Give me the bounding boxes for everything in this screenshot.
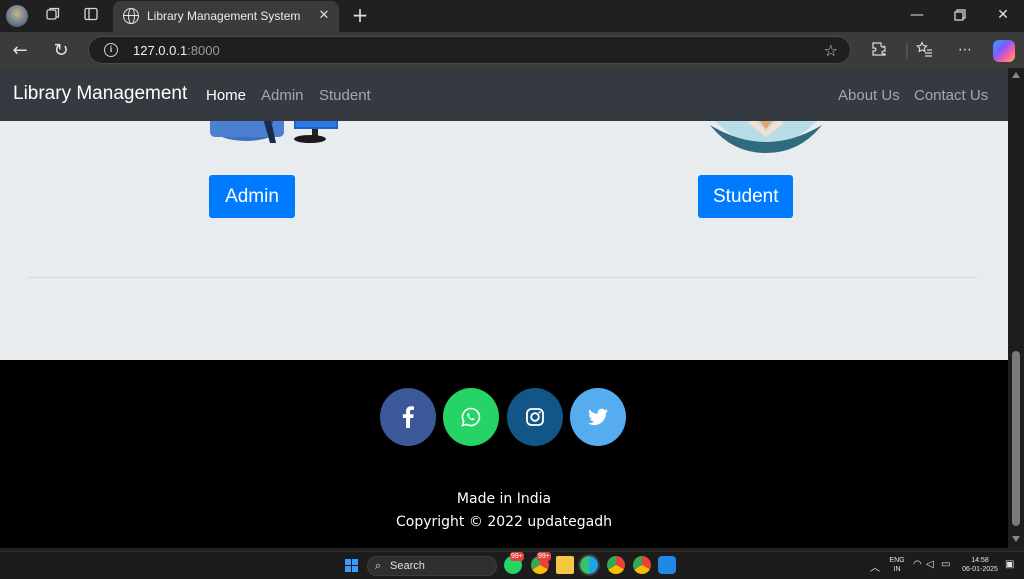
address-bar[interactable]: i 127.0.0.1:8000 ☆: [88, 36, 851, 64]
chrome-app-icon[interactable]: 99+: [531, 552, 551, 574]
url-text[interactable]: 127.0.0.1:8000: [133, 43, 220, 58]
admin-button[interactable]: Admin: [209, 175, 295, 218]
more-menu-icon[interactable]: ⋯: [955, 41, 975, 61]
site-footer: Made in India Copyright © 2022 updategad…: [0, 360, 1008, 548]
facebook-icon: [402, 406, 414, 428]
instagram-icon: [526, 408, 544, 426]
student-button[interactable]: Student: [698, 175, 793, 218]
clock-time: 14:58: [971, 557, 989, 564]
language-indicator[interactable]: ENG IN: [886, 556, 908, 574]
edge-app-icon[interactable]: [578, 554, 600, 576]
clock-date: 06-01-2025: [962, 566, 998, 573]
globe-icon: [123, 8, 139, 24]
notification-badge: 99+: [537, 552, 551, 561]
browser-toolbar: ← ↻ i 127.0.0.1:8000 ☆ | ⋯: [0, 32, 1024, 68]
page-viewport: Admin Student Library Management Home Ad…: [0, 68, 1008, 548]
extensions-icon[interactable]: [869, 41, 889, 61]
taskbar-search[interactable]: ⌕ Search: [367, 556, 497, 576]
whatsapp-button[interactable]: [443, 388, 499, 446]
navbar-brand[interactable]: Library Management: [13, 83, 187, 105]
url-port: :8000: [187, 43, 220, 58]
file-explorer-icon[interactable]: [556, 556, 574, 574]
close-window-button[interactable]: ✕: [988, 4, 1018, 26]
favorites-icon[interactable]: [914, 41, 934, 61]
language-top: ENG: [889, 557, 905, 564]
profile-avatar-icon[interactable]: [6, 5, 28, 27]
nav-contact-us[interactable]: Contact Us: [914, 87, 988, 104]
chrome-profile-icon[interactable]: [607, 556, 625, 574]
made-in-india-text: Made in India: [456, 491, 552, 507]
horizontal-divider: [28, 277, 978, 278]
minimize-button[interactable]: —: [902, 4, 932, 26]
twitter-button[interactable]: [570, 388, 626, 446]
notification-badge: 99+: [510, 552, 524, 561]
close-tab-icon[interactable]: ✕: [315, 7, 333, 25]
clock[interactable]: 14:58 06-01-2025: [958, 556, 1002, 574]
tray-overflow-icon[interactable]: ︿: [870, 559, 880, 574]
nav-student[interactable]: Student: [319, 87, 371, 104]
browser-tab-active[interactable]: Library Management System ✕: [113, 1, 339, 32]
vscode-app-icon[interactable]: [658, 556, 676, 574]
chrome-profile-2-icon[interactable]: [633, 556, 651, 574]
volume-icon[interactable]: ◁: [926, 559, 934, 570]
scroll-thumb[interactable]: [1012, 351, 1020, 526]
restore-button[interactable]: [945, 4, 975, 26]
windows-taskbar: ⌕ Search 99+ 99+ ︿ ENG IN ◠ ◁ ▭ 14:58 06…: [0, 551, 1024, 579]
url-host: 127.0.0.1: [133, 43, 188, 58]
scroll-up-arrow-icon[interactable]: [1012, 72, 1020, 78]
reload-icon[interactable]: ↻: [50, 40, 72, 62]
search-icon: ⌕: [375, 559, 382, 572]
nav-admin[interactable]: Admin: [261, 87, 304, 104]
page-scrollbar[interactable]: [1008, 68, 1024, 548]
whatsapp-icon: [461, 407, 481, 427]
taskbar-search-label: Search: [390, 560, 425, 572]
language-bottom: IN: [893, 566, 901, 573]
notifications-icon[interactable]: ▣: [1005, 559, 1014, 570]
copyright-text: Copyright © 2022 updategadh: [396, 514, 612, 530]
tab-title: Library Management System: [147, 9, 301, 23]
favorite-star-icon[interactable]: ☆: [824, 41, 838, 60]
site-info-icon[interactable]: i: [104, 43, 118, 57]
instagram-button[interactable]: [507, 388, 563, 446]
new-tab-button[interactable]: +: [350, 5, 370, 25]
back-arrow-icon[interactable]: ←: [9, 40, 31, 62]
windows-start-icon[interactable]: [345, 559, 359, 573]
site-navbar: Library Management Home Admin Student Ab…: [0, 68, 1008, 121]
scroll-down-arrow-icon[interactable]: [1012, 536, 1020, 542]
tab-actions-icon[interactable]: [81, 6, 101, 26]
nav-home[interactable]: Home: [206, 87, 246, 104]
battery-icon[interactable]: ▭: [941, 559, 950, 570]
workspaces-icon[interactable]: [43, 6, 63, 26]
twitter-icon: [588, 408, 608, 426]
nav-about-us[interactable]: About Us: [838, 87, 900, 104]
facebook-button[interactable]: [380, 388, 436, 446]
home-content: Admin Student: [0, 105, 1008, 360]
copilot-icon[interactable]: [993, 40, 1015, 62]
whatsapp-app-icon[interactable]: 99+: [504, 552, 524, 574]
browser-tab-bar: Library Management System ✕ + — ✕: [0, 0, 1024, 32]
wifi-icon[interactable]: ◠: [913, 559, 922, 570]
